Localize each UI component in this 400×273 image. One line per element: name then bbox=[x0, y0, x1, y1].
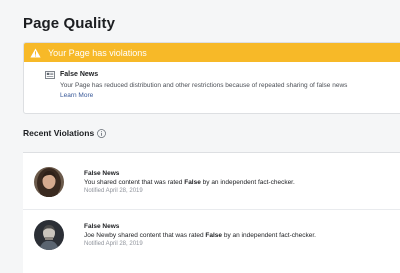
newspaper-icon bbox=[45, 71, 55, 79]
learn-more-link[interactable]: Learn More bbox=[60, 92, 93, 99]
page-title: Page Quality bbox=[23, 15, 116, 32]
avatar bbox=[34, 220, 64, 250]
violation-date: Notified April 28, 2019 bbox=[84, 188, 143, 194]
violation-description: Joe Newby shared content that was rated … bbox=[84, 232, 316, 239]
violation-description: You shared content that was rated False … bbox=[84, 179, 295, 186]
alert-item-title: False News bbox=[60, 71, 99, 78]
violation-title: False News bbox=[84, 170, 120, 177]
alert-banner: Your Page has violations bbox=[24, 43, 400, 62]
recent-violations-header: Recent Violations bbox=[23, 128, 107, 138]
violation-item[interactable]: False News You shared content that was r… bbox=[23, 163, 400, 213]
recent-violations-title: Recent Violations bbox=[23, 128, 95, 138]
violations-alert-card: Your Page has violations False News Your… bbox=[23, 42, 400, 114]
violation-title: False News bbox=[84, 223, 120, 230]
info-icon[interactable] bbox=[97, 128, 107, 138]
alert-description: Your Page has reduced distribution and o… bbox=[60, 82, 348, 89]
alert-title: Your Page has violations bbox=[48, 47, 147, 58]
recent-violations-list: False News You shared content that was r… bbox=[23, 152, 400, 273]
violation-item[interactable]: False News Joe Newby shared content that… bbox=[23, 216, 400, 266]
violation-date: Notified April 28, 2019 bbox=[84, 241, 143, 247]
avatar bbox=[34, 167, 64, 197]
divider bbox=[23, 209, 400, 210]
alert-body: False News Your Page has reduced distrib… bbox=[24, 62, 400, 113]
warning-icon bbox=[30, 48, 41, 57]
